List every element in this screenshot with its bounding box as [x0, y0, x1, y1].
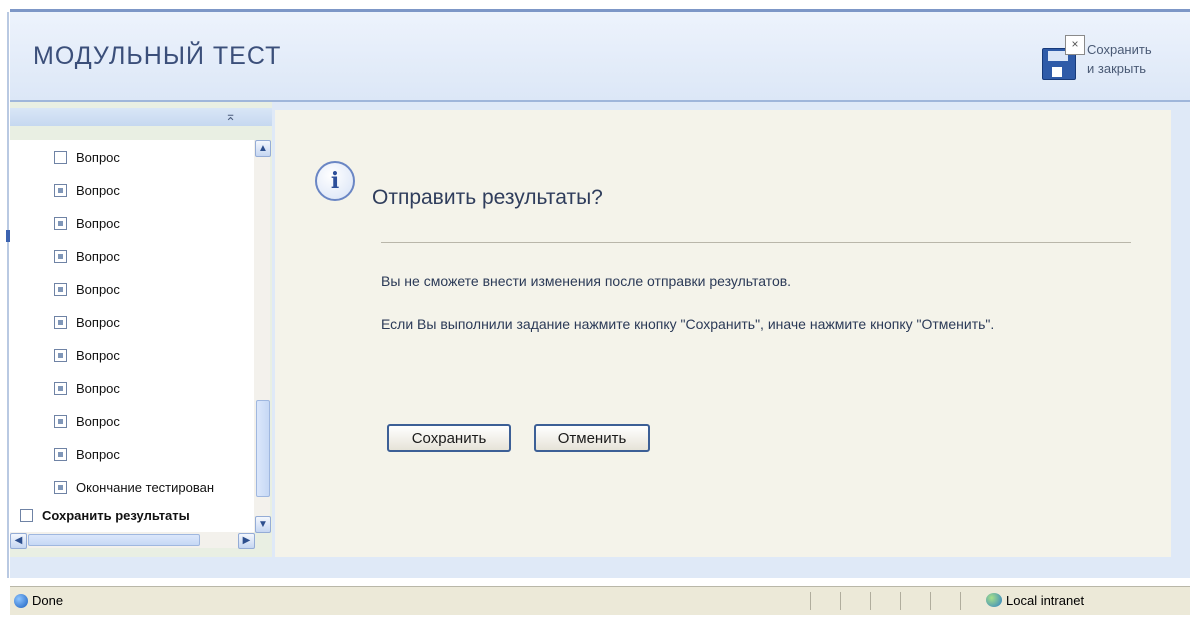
- tree-item-question[interactable]: Вопрос: [54, 245, 120, 267]
- status-separator: [930, 592, 931, 610]
- save-and-close-line1: Сохранить: [1087, 42, 1152, 57]
- window-top: [0, 0, 1190, 12]
- tree-item-label: Сохранить результаты: [42, 507, 190, 523]
- checkbox-icon: [54, 480, 67, 494]
- tree-item-question[interactable]: Вопрос: [54, 212, 120, 234]
- vertical-scrollbar[interactable]: ▲ ▼: [254, 140, 271, 533]
- dialog-message-warning: Вы не сможете внести изменения после отп…: [381, 273, 792, 289]
- tree-item-question[interactable]: Вопрос: [54, 410, 120, 432]
- status-bar: Done Local intranet: [10, 586, 1190, 615]
- status-separator: [960, 592, 961, 610]
- tree-item-label: Вопрос: [76, 281, 120, 297]
- status-text: Done: [32, 593, 64, 608]
- tree-item-label: Вопрос: [76, 347, 120, 363]
- scroll-up-icon[interactable]: ▲: [255, 140, 271, 157]
- window-bottom-gap: [0, 578, 1190, 586]
- checkbox-icon: [54, 249, 67, 263]
- save-button[interactable]: Сохранить: [387, 424, 511, 452]
- tree-item-question[interactable]: Вопрос: [54, 179, 120, 201]
- save-and-close-line2: и закрыть: [1087, 61, 1147, 76]
- intranet-zone-icon: [986, 593, 1002, 607]
- sidebar: ⌅ Вопрос Вопрос Вопрос Вопрос Вопрос Воп…: [10, 102, 272, 557]
- scroll-down-icon[interactable]: ▼: [255, 516, 271, 533]
- checkbox-icon: [54, 282, 67, 296]
- floppy-disk-icon: ×: [1042, 35, 1085, 80]
- checkbox-icon: [54, 447, 67, 461]
- checkbox-icon: [54, 381, 67, 395]
- tree-item-label: Окончание тестирован: [76, 479, 215, 495]
- checkbox-icon: [20, 508, 33, 522]
- security-zone-label: Local intranet: [1006, 593, 1085, 608]
- checkbox-icon: [54, 216, 67, 230]
- disk-slot: [1052, 67, 1062, 77]
- status-separator: [870, 592, 871, 610]
- tree-item-save-results[interactable]: Сохранить результаты: [20, 504, 190, 526]
- page-done-icon: [14, 594, 28, 608]
- info-icon: i: [315, 161, 355, 201]
- tree-item-label: Вопрос: [76, 413, 120, 429]
- scroll-right-icon[interactable]: ▶: [238, 533, 255, 549]
- save-and-close-button[interactable]: × Сохранить и закрыть: [1042, 35, 1190, 96]
- scroll-left-icon[interactable]: ◀: [10, 533, 27, 549]
- page-title: МОДУЛЬНЫЙ ТЕСТ: [33, 42, 282, 70]
- tree-item-question[interactable]: Вопрос: [54, 278, 120, 300]
- tree-item-question[interactable]: Вопрос: [54, 311, 120, 333]
- window-left-edge: [0, 12, 10, 578]
- horizontal-scrollbar[interactable]: ◀ ▶: [10, 532, 255, 549]
- tree-item-label: Вопрос: [76, 248, 120, 264]
- tree-item-label: Вопрос: [76, 215, 120, 231]
- horizontal-scroll-thumb[interactable]: [28, 534, 200, 546]
- checkbox-icon: [54, 183, 67, 197]
- tree-item-label: Вопрос: [76, 149, 120, 165]
- status-separator: [840, 592, 841, 610]
- vertical-scroll-thumb[interactable]: [256, 400, 270, 497]
- left-border-line: [7, 12, 9, 578]
- sidebar-toolbar: ⌅: [10, 108, 272, 126]
- checkbox-icon: [54, 414, 67, 428]
- status-separator: [810, 592, 811, 610]
- tree-item-label: Вопрос: [76, 380, 120, 396]
- header-bar: МОДУЛЬНЫЙ ТЕСТ × Сохранить и закрыть: [10, 12, 1190, 102]
- tree-item-question[interactable]: Вопрос: [54, 146, 120, 168]
- tree-item-label: Вопрос: [76, 446, 120, 462]
- dialog-panel: i Отправить результаты? Вы не сможете вн…: [275, 110, 1171, 557]
- question-tree: Вопрос Вопрос Вопрос Вопрос Вопрос Вопро…: [10, 140, 254, 532]
- save-and-close-label: Сохранить и закрыть: [1087, 40, 1152, 78]
- checkbox-icon: [54, 150, 67, 164]
- dialog-heading: Отправить результаты?: [372, 186, 603, 209]
- tree-item-question[interactable]: Вопрос: [54, 344, 120, 366]
- heading-divider: [381, 242, 1131, 243]
- tree-item-question[interactable]: Вопрос: [54, 377, 120, 399]
- checkbox-icon: [54, 315, 67, 329]
- tree-item-label: Вопрос: [76, 182, 120, 198]
- checkbox-icon: [54, 348, 67, 362]
- close-icon: ×: [1065, 35, 1085, 55]
- status-separator: [900, 592, 901, 610]
- tree-item-question[interactable]: Вопрос: [54, 443, 120, 465]
- tree-item-label: Вопрос: [76, 314, 120, 330]
- cancel-button[interactable]: Отменить: [534, 424, 650, 452]
- tree-item-end-test[interactable]: Окончание тестирован: [54, 476, 214, 498]
- dialog-message-instructions: Если Вы выполнили задание нажмите кнопку…: [381, 316, 995, 332]
- collapse-up-icon[interactable]: ⌅: [225, 108, 236, 124]
